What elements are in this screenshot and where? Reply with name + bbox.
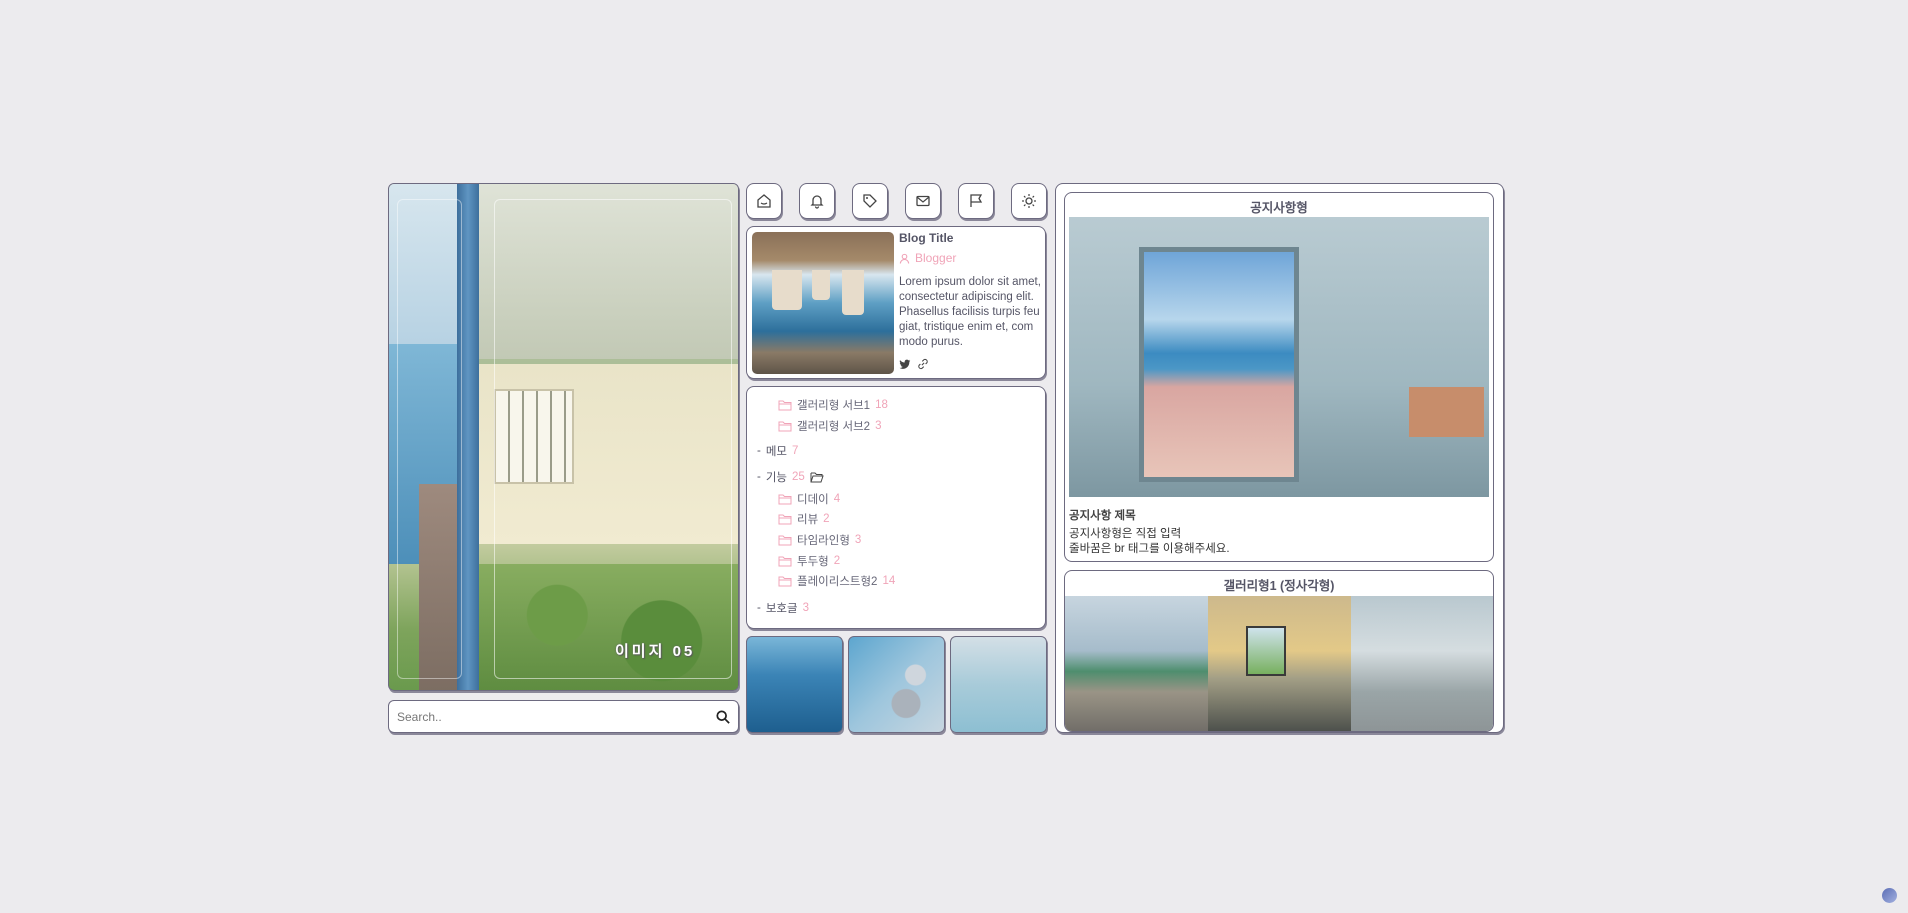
notice-body-line: 공지사항형은 직접 입력 — [1069, 528, 1182, 540]
category-count: 3 — [802, 602, 809, 614]
station-bench — [1409, 387, 1484, 437]
gallery-image-train[interactable] — [1065, 596, 1208, 731]
folder-icon — [778, 420, 792, 432]
category-label: 타임라인형 — [797, 535, 850, 547]
link-icon[interactable] — [917, 358, 929, 370]
category-count: 2 — [833, 555, 841, 567]
notification-button[interactable] — [799, 183, 835, 219]
category-label: 리뷰 — [797, 514, 819, 526]
category-label: 플레이리스트형2 — [797, 576, 878, 588]
profile-card: Blog Title Blogger Lorem ipsum dolor sit… — [746, 226, 1046, 379]
blog-title[interactable]: Blog Title — [899, 231, 953, 245]
home-button[interactable] — [746, 183, 782, 219]
category-label: 메모 — [765, 446, 788, 458]
blog-description: Lorem ipsum dolor sit amet, consectetur … — [899, 276, 1041, 348]
category-label: 디데이 — [797, 494, 829, 506]
hero-caption: 이미지 05 — [615, 643, 696, 660]
category-count: 14 — [882, 575, 896, 587]
sun-icon — [1022, 194, 1036, 208]
search-bar — [388, 700, 739, 733]
notice-body: 공지사항형은 직접 입력 줄바꿈은 br 태그를 이용해주세요. — [1069, 527, 1230, 557]
flag-button[interactable] — [958, 183, 994, 219]
theme-toggle-button[interactable] — [1011, 183, 1047, 219]
category-item-feature[interactable]: - 기능 25 — [757, 469, 824, 485]
category-count: 3 — [854, 534, 862, 546]
category-list: 갤러리형 서브1 18 갤러리형 서브2 3 - 메모 7 - 기능 25 디데… — [746, 386, 1046, 629]
right-column: 공지사항형 공지사항 제목 공지사항형은 직접 입력 줄바꿈은 br 태그를 이… — [1055, 183, 1504, 733]
notice-title: 공지사항 제목 — [1069, 510, 1136, 522]
category-label: 보호글 — [765, 603, 798, 615]
notice-header: 공지사항형 — [1250, 201, 1308, 215]
station-door — [1139, 247, 1299, 482]
flag-icon — [970, 194, 983, 207]
laundry-shape — [842, 270, 864, 315]
category-item-protected[interactable]: - 보호글 3 — [757, 600, 809, 616]
category-item-todo[interactable]: 투두형 2 — [778, 553, 840, 569]
category-count: 7 — [792, 445, 799, 457]
laundry-shape — [772, 270, 802, 310]
category-count: 2 — [823, 513, 830, 525]
profile-image — [752, 232, 894, 374]
category-item-timeline[interactable]: 타임라인형 3 — [778, 532, 861, 548]
folder-open-icon[interactable] — [810, 471, 824, 483]
gallery-header: 갤러리형1 (정사각형) — [1223, 579, 1335, 593]
home-icon — [757, 194, 771, 208]
twitter-icon[interactable] — [899, 358, 911, 370]
category-label: 갤러리형 서브1 — [797, 400, 871, 412]
category-item-sub1[interactable]: 갤러리형 서브1 18 — [778, 397, 888, 413]
gallery-image-station[interactable] — [1208, 596, 1351, 731]
folder-icon — [778, 534, 792, 546]
search-input[interactable] — [397, 709, 716, 724]
user-icon — [899, 253, 910, 264]
category-label: 갤러리형 서브2 — [797, 421, 871, 433]
station-window — [1246, 626, 1286, 676]
hero-frame-left — [397, 199, 462, 679]
mail-icon — [916, 195, 930, 207]
category-item-review[interactable]: 리뷰 2 — [778, 511, 830, 527]
thumbnail-sea[interactable] — [746, 636, 843, 733]
folder-icon — [778, 555, 792, 567]
blogger-name: Blogger — [899, 251, 956, 265]
gallery-image-platform[interactable] — [1351, 596, 1493, 731]
floating-globe-icon[interactable] — [1882, 888, 1897, 903]
category-item-sub2[interactable]: 갤러리형 서브2 3 — [778, 418, 881, 434]
category-count: 25 — [792, 471, 805, 483]
category-item-memo[interactable]: - 메모 7 — [757, 443, 798, 459]
notice-body-line: 줄바꿈은 br 태그를 이용해주세요. — [1069, 543, 1230, 555]
mail-button[interactable] — [905, 183, 941, 219]
bullet-dash: - — [757, 602, 761, 614]
hero-frame — [494, 199, 732, 679]
folder-icon — [778, 493, 792, 505]
thumbnail-rocks[interactable] — [848, 636, 945, 733]
tag-icon — [863, 194, 877, 208]
category-item-playlist[interactable]: 플레이리스트형2 14 — [778, 573, 895, 589]
search-icon[interactable] — [716, 709, 730, 724]
blogger-label: Blogger — [915, 251, 957, 265]
tag-button[interactable] — [852, 183, 888, 219]
gallery-card: 갤러리형1 (정사각형) — [1064, 570, 1494, 732]
bullet-dash: - — [757, 471, 761, 483]
social-links — [899, 358, 929, 370]
category-label: 투두형 — [797, 556, 829, 568]
category-count: 18 — [875, 399, 888, 411]
hero-image[interactable]: 이미지 05 — [388, 183, 739, 691]
category-count: 4 — [833, 493, 841, 505]
category-label: 기능 — [765, 472, 788, 484]
category-count: 3 — [875, 420, 882, 432]
bullet-dash: - — [757, 445, 761, 457]
bell-icon — [810, 195, 824, 209]
notice-card[interactable]: 공지사항형 공지사항 제목 공지사항형은 직접 입력 줄바꿈은 br 태그를 이… — [1064, 192, 1494, 562]
category-item-dday[interactable]: 디데이 4 — [778, 491, 840, 507]
notice-image — [1069, 217, 1489, 497]
folder-icon — [778, 575, 792, 587]
thumbnail-willow[interactable] — [950, 636, 1047, 733]
folder-icon — [778, 513, 792, 525]
folder-icon — [778, 399, 792, 411]
laundry-shape — [812, 270, 830, 300]
